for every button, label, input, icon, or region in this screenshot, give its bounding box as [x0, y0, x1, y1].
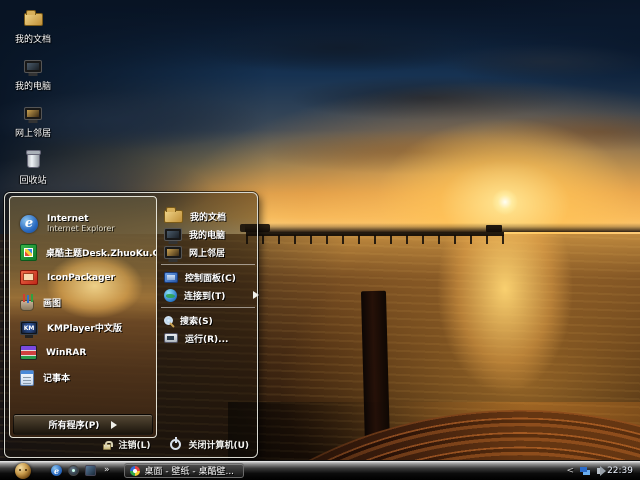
- network-places-icon: [24, 107, 42, 120]
- menu-item-winrar[interactable]: WinRAR: [10, 340, 156, 365]
- menu-item-my-documents[interactable]: 我的文档: [159, 207, 257, 225]
- pinned-program-list: Internet Internet Explorer 桌酷主题Desk.Zhuo…: [10, 207, 156, 390]
- menu-item-title: WinRAR: [46, 348, 86, 358]
- power-icon: [170, 439, 181, 450]
- desktop-icon-label: 回收站: [19, 173, 46, 186]
- pinwheel-icon: [130, 466, 140, 476]
- menu-item-network-places[interactable]: 网上邻居: [159, 243, 257, 261]
- submenu-arrow-icon: [253, 291, 259, 299]
- iconpackager-icon: [20, 270, 38, 285]
- menu-item-title: 桌酷主题Desk.ZhuoKu.Com: [46, 246, 157, 259]
- tray-volume-icon[interactable]: [597, 468, 601, 474]
- my-documents-icon: [164, 210, 183, 223]
- task-button-label: 桌面 - 壁纸 - 桌酷壁...: [145, 464, 235, 477]
- all-programs-button[interactable]: 所有程序(P): [13, 414, 153, 435]
- start-menu: Internet Internet Explorer 桌酷主题Desk.Zhuo…: [4, 192, 258, 458]
- shut-down-label: 关闭计算机(U): [188, 438, 249, 451]
- internet-explorer-icon: [20, 215, 38, 233]
- start-menu-footer: 注销(L) 关闭计算机(U): [5, 435, 249, 454]
- menu-item-label: 我的电脑: [189, 228, 225, 241]
- all-programs-label: 所有程序(P): [49, 418, 100, 431]
- menu-item-control-panel[interactable]: 控制面板(C): [159, 268, 257, 286]
- quick-launch-media-player-icon[interactable]: [68, 465, 79, 476]
- start-button[interactable]: [15, 463, 31, 479]
- menu-item-run[interactable]: 运行(R)...: [159, 329, 257, 347]
- menu-item-title: IconPackager: [47, 273, 115, 283]
- menu-item-my-computer[interactable]: 我的电脑: [159, 225, 257, 243]
- desktop-icon-list: 我的文档 我的电脑 网上邻居 回收站: [4, 4, 62, 192]
- menu-item-notepad[interactable]: 记事本: [10, 365, 156, 390]
- log-off-label: 注销(L): [118, 438, 150, 451]
- menu-item-label: 连接到(T): [184, 289, 225, 302]
- menu-item-internet-explorer[interactable]: Internet Internet Explorer: [10, 207, 156, 240]
- paint-icon: [20, 300, 34, 311]
- desktop-icon-my-documents[interactable]: 我的文档: [4, 4, 62, 51]
- submenu-arrow-icon: [111, 421, 117, 429]
- quick-launch-explorer-icon[interactable]: [85, 465, 96, 476]
- lock-icon: [103, 444, 111, 450]
- my-documents-icon: [24, 13, 43, 26]
- quick-launch-overflow-chevron[interactable]: »: [104, 466, 110, 475]
- menu-separator: [161, 264, 255, 265]
- my-computer-icon: [164, 228, 182, 241]
- start-menu-places-panel: 我的文档 我的电脑 网上邻居 控制面板(C) 连接到(T): [159, 207, 257, 347]
- menu-item-label: 我的文档: [190, 210, 226, 223]
- menu-item-title: Internet: [47, 214, 115, 224]
- quick-launch-internet-explorer-icon[interactable]: [51, 465, 62, 476]
- connect-to-icon: [164, 289, 177, 302]
- menu-item-zhuoku-theme[interactable]: 桌酷主题Desk.ZhuoKu.Com: [10, 240, 156, 265]
- tray-network-icon[interactable]: [580, 467, 587, 472]
- taskbar: » 桌面 - 壁纸 - 桌酷壁... < 22:39: [0, 460, 640, 480]
- run-icon: [164, 333, 178, 343]
- menu-item-title: KMPlayer中文版: [47, 321, 122, 334]
- wallpaper-pier: [246, 228, 504, 244]
- quick-launch-bar: »: [51, 465, 110, 476]
- desktop-icon-recycle-bin[interactable]: 回收站: [4, 145, 62, 192]
- system-tray: < 22:39: [567, 466, 640, 476]
- desktop-screen: 我的文档 我的电脑 网上邻居 回收站 Internet Internet Exp…: [0, 0, 640, 480]
- search-icon: [164, 316, 173, 325]
- menu-item-kmplayer[interactable]: KMPlayer中文版: [10, 315, 156, 340]
- tray-collapse-chevron[interactable]: <: [567, 466, 575, 476]
- winrar-icon: [20, 345, 37, 360]
- menu-item-paint[interactable]: 画图: [10, 290, 156, 315]
- menu-item-label: 搜索(S): [180, 314, 213, 327]
- menu-item-iconpackager[interactable]: IconPackager: [10, 265, 156, 290]
- menu-item-title: 记事本: [43, 371, 70, 384]
- menu-item-label: 网上邻居: [189, 246, 225, 259]
- kmplayer-icon: [20, 321, 38, 335]
- menu-item-title: 画图: [43, 296, 61, 309]
- control-panel-icon: [164, 272, 178, 283]
- menu-item-connect-to[interactable]: 连接到(T): [159, 286, 257, 304]
- my-computer-icon: [24, 60, 42, 73]
- zhuoku-theme-icon: [20, 244, 37, 261]
- menu-separator: [161, 307, 255, 308]
- network-places-icon: [164, 246, 182, 259]
- desktop-icon-label: 网上邻居: [15, 126, 51, 139]
- menu-item-label: 运行(R)...: [185, 332, 228, 345]
- menu-item-search[interactable]: 搜索(S): [159, 311, 257, 329]
- notepad-icon: [20, 370, 34, 386]
- start-menu-pinned-panel: Internet Internet Explorer 桌酷主题Desk.Zhuo…: [9, 196, 157, 438]
- log-off-button[interactable]: 注销(L): [103, 438, 150, 451]
- desktop-icon-my-computer[interactable]: 我的电脑: [4, 51, 62, 98]
- desktop-icon-network-places[interactable]: 网上邻居: [4, 98, 62, 145]
- menu-item-subtitle: Internet Explorer: [47, 224, 115, 233]
- taskbar-task-button[interactable]: 桌面 - 壁纸 - 桌酷壁...: [124, 463, 244, 478]
- desktop-icon-label: 我的电脑: [15, 79, 51, 92]
- menu-item-label: 控制面板(C): [185, 271, 236, 284]
- recycle-bin-icon: [27, 152, 40, 168]
- shut-down-button[interactable]: 关闭计算机(U): [170, 438, 249, 451]
- desktop-icon-label: 我的文档: [15, 32, 51, 45]
